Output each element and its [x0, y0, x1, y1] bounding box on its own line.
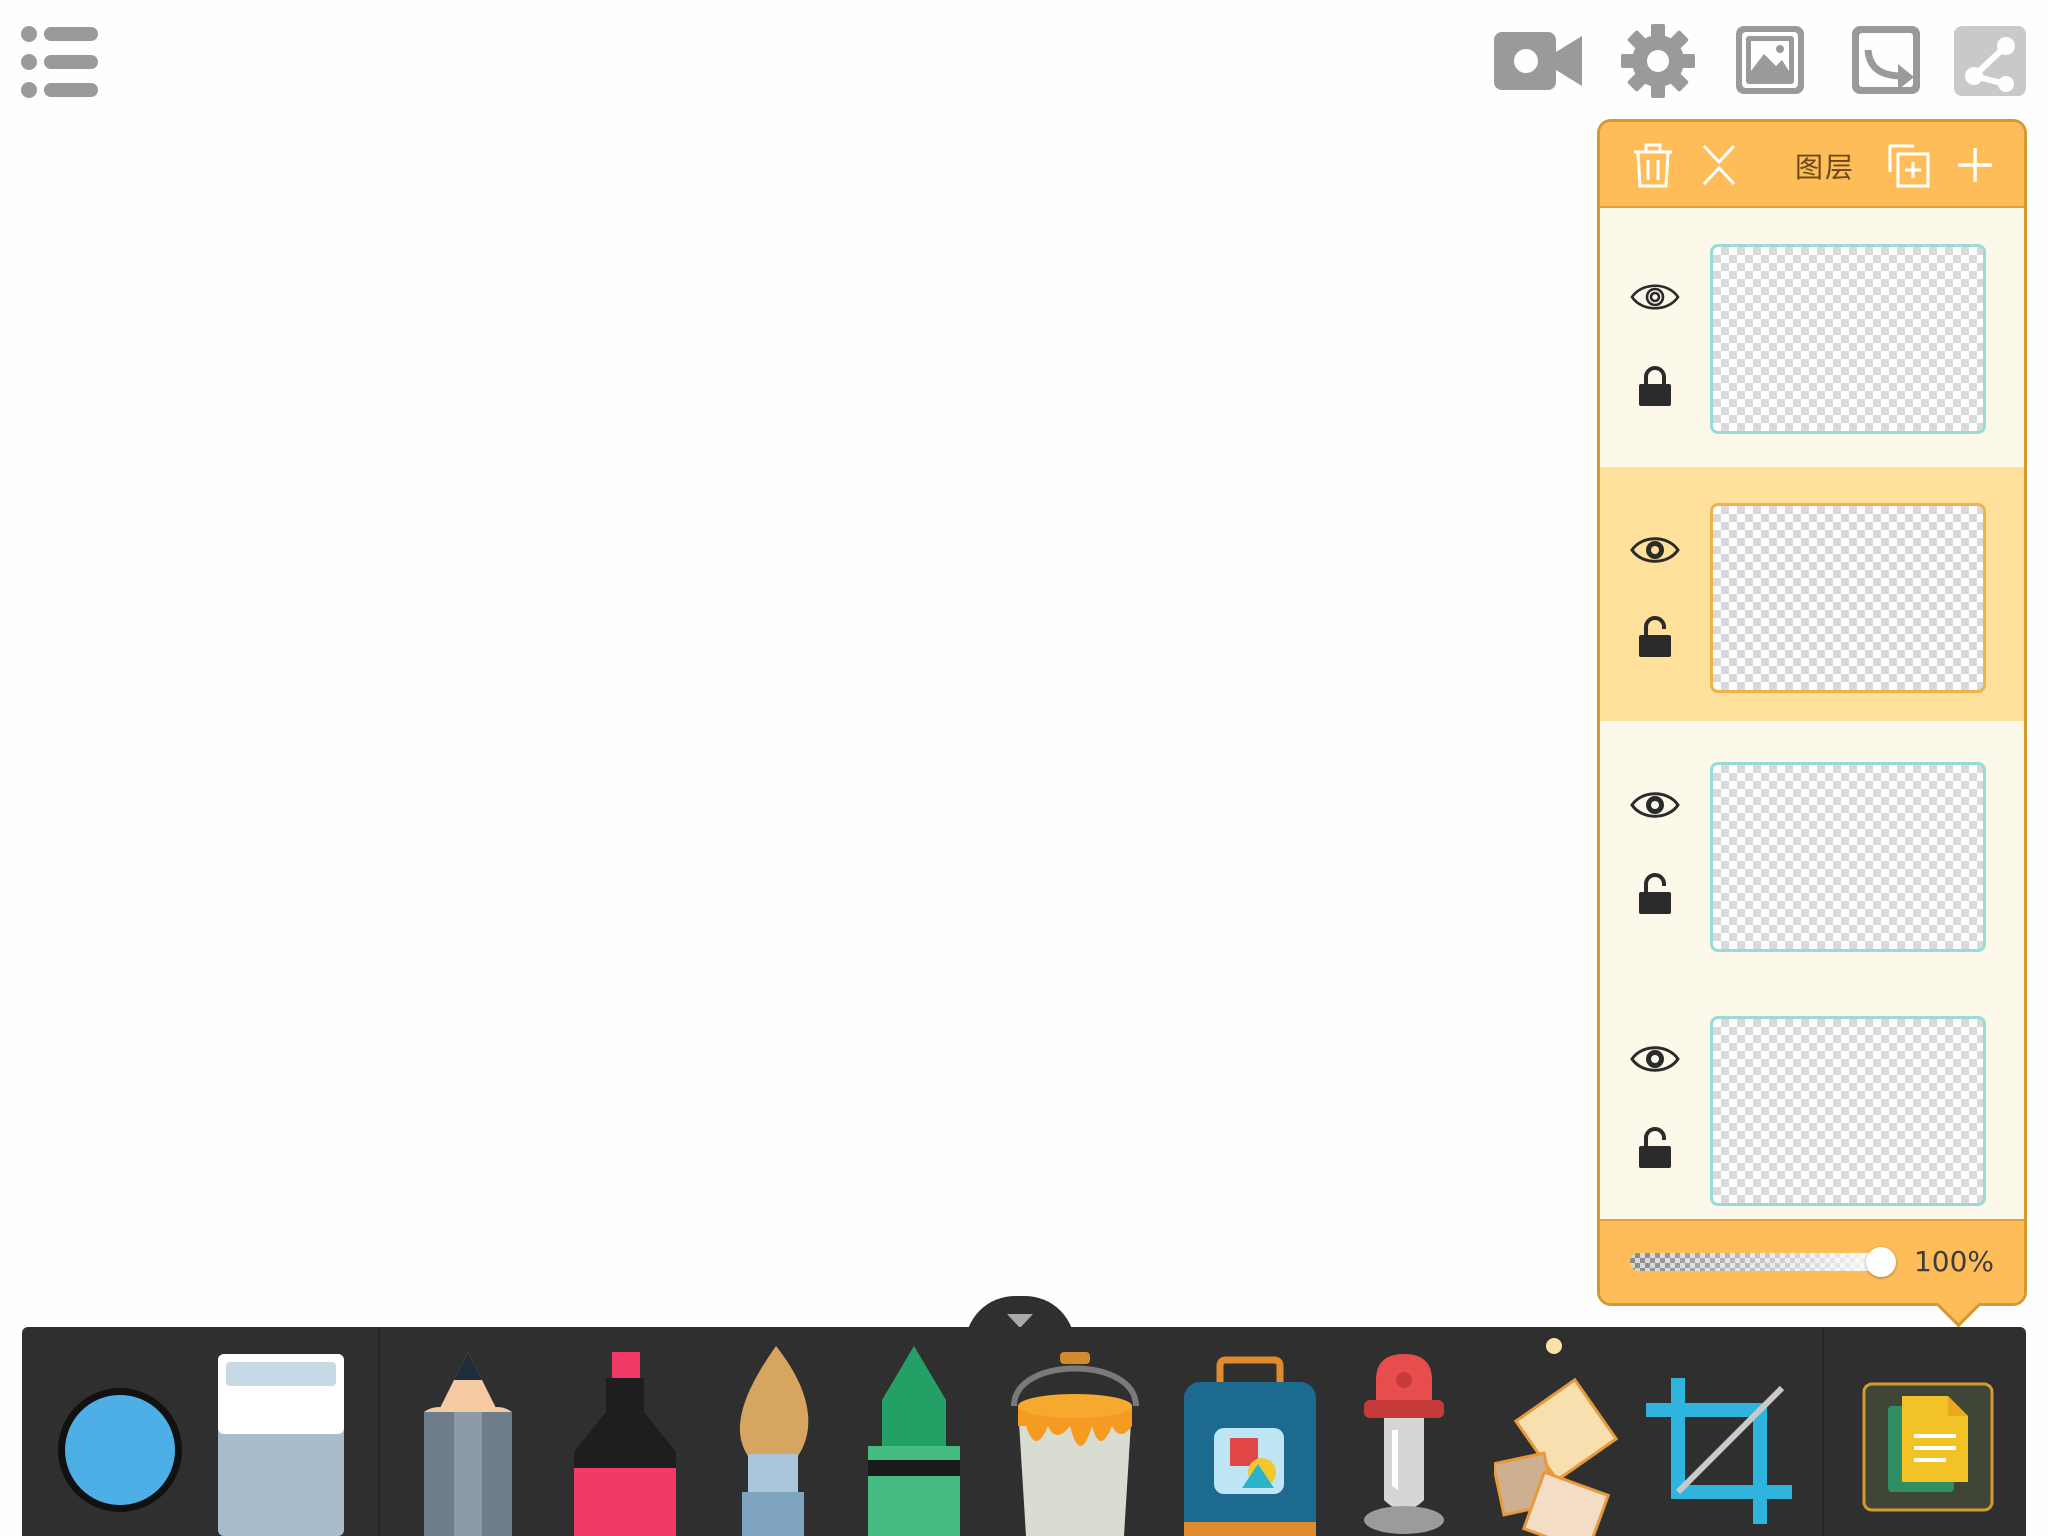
layers-panel: 图层 100%: [1597, 119, 2027, 1328]
export-icon[interactable]: [1846, 22, 1942, 100]
sticker-bag-tool-icon[interactable]: [1180, 1356, 1320, 1536]
layer-row[interactable]: [1600, 208, 2024, 462]
plus-icon[interactable]: [1952, 142, 1998, 188]
unlock-icon[interactable]: [1638, 1126, 1672, 1170]
share-icon[interactable]: [1952, 22, 2048, 100]
layer-thumbnail[interactable]: [1710, 244, 1986, 434]
stamp-tool-icon[interactable]: [1356, 1350, 1452, 1536]
toolbar-divider: [378, 1327, 380, 1536]
pattern-tiles-tool-icon[interactable]: [1494, 1334, 1620, 1536]
toolbar-divider: [1822, 1327, 1824, 1536]
layer-row-selected[interactable]: [1600, 467, 2024, 721]
unlock-icon[interactable]: [1638, 615, 1672, 659]
trash-icon[interactable]: [1630, 142, 1676, 188]
layers-header: 图层: [1600, 122, 2024, 208]
layer-thumbnail[interactable]: [1710, 503, 1986, 693]
video-camera-icon[interactable]: [1490, 22, 1586, 100]
merge-icon[interactable]: [1696, 142, 1742, 188]
gear-icon[interactable]: [1618, 22, 1714, 100]
eraser-tool-icon[interactable]: [216, 1352, 346, 1536]
opacity-value: 100%: [1913, 1245, 1994, 1278]
layers-title: 图层: [1794, 151, 1855, 184]
layer-thumbnail[interactable]: [1710, 1016, 1986, 1206]
gallery-icon[interactable]: [1730, 22, 1826, 100]
layer-row[interactable]: [1600, 726, 2024, 980]
list-menu-icon[interactable]: [20, 24, 100, 100]
eye-icon[interactable]: [1630, 1042, 1680, 1076]
eye-icon[interactable]: [1630, 533, 1680, 567]
pencil-tool-icon[interactable]: [416, 1352, 520, 1536]
layers-panel-button[interactable]: [1862, 1382, 1994, 1512]
paint-bucket-tool-icon[interactable]: [1000, 1346, 1150, 1536]
eye-icon[interactable]: [1630, 280, 1680, 314]
layer-row[interactable]: [1600, 980, 2024, 1234]
lock-icon[interactable]: [1638, 364, 1672, 408]
eye-icon[interactable]: [1630, 788, 1680, 822]
layer-thumbnail[interactable]: [1710, 762, 1986, 952]
marker-tool-icon[interactable]: [566, 1352, 684, 1536]
duplicate-icon[interactable]: [1886, 142, 1932, 188]
crop-tool-icon[interactable]: [1646, 1378, 1792, 1524]
paintbrush-tool-icon[interactable]: [728, 1346, 818, 1536]
unlock-icon[interactable]: [1638, 872, 1672, 916]
color-picker-swatch[interactable]: [54, 1384, 186, 1516]
opacity-slider[interactable]: [1630, 1253, 1882, 1271]
opacity-slider-knob[interactable]: [1866, 1247, 1896, 1277]
crayon-tool-icon[interactable]: [864, 1346, 964, 1536]
